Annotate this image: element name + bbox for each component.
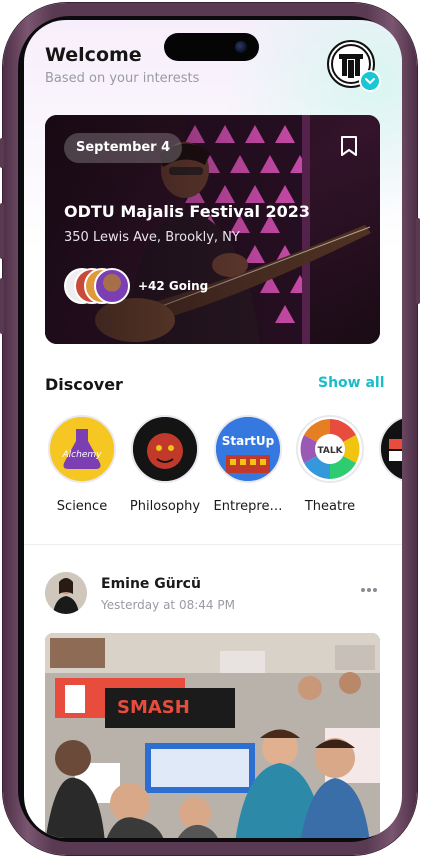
section-divider (24, 544, 402, 545)
volume-down-button (0, 278, 4, 334)
joe-rogan-experience-logo-icon (131, 415, 199, 483)
alchemy-logo-icon: Alchemy (48, 415, 116, 483)
svg-text:StartUp: StartUp (222, 434, 275, 448)
category-label: Philosophy (129, 499, 201, 514)
category-science[interactable]: Alchemy Science (42, 415, 122, 514)
show-all-link[interactable]: Show all (318, 375, 385, 391)
silent-switch (0, 138, 4, 168)
discover-heading: Discover (45, 375, 123, 394)
category-label: Theatre (304, 499, 356, 514)
volume-up-button (0, 203, 4, 259)
page-title: Welcome (45, 44, 142, 66)
category-label: Th (373, 499, 402, 514)
event-title: ODTU Majalis Festival 2023 (64, 202, 311, 221)
attendee-avatar-4 (94, 268, 130, 304)
svg-text:SMASH: SMASH (117, 697, 190, 718)
startup-logo-icon: StartUp (214, 415, 282, 483)
chevron-down-icon[interactable] (359, 70, 381, 92)
profile-avatar[interactable] (327, 40, 381, 92)
category-theatre[interactable]: TALK Theatre (290, 415, 370, 514)
dynamic-island (164, 33, 259, 61)
post-timestamp: Yesterday at 08:44 PM (101, 598, 235, 612)
more-options-icon[interactable] (360, 586, 378, 594)
svg-text:TALK: TALK (317, 446, 343, 456)
bookmark-icon[interactable] (340, 135, 358, 157)
event-address: 350 Lewis Ave, Brookly, NY (64, 230, 240, 245)
category-label: Science (56, 499, 108, 514)
camera-icon (235, 41, 247, 53)
creative-talk-logo-icon: TALK (296, 415, 364, 483)
crowd-photo: SMASH (45, 633, 380, 838)
post-author-avatar[interactable] (45, 572, 87, 614)
power-button (416, 218, 420, 304)
odtu-cast-logo-icon (379, 415, 402, 483)
page-subtitle: Based on your interests (45, 71, 200, 86)
category-partial[interactable]: Th (373, 415, 402, 514)
attendee-avatars[interactable] (64, 268, 144, 308)
svg-text:Alchemy: Alchemy (62, 450, 103, 460)
category-philosophy[interactable]: Philosophy (125, 415, 205, 514)
post-image[interactable]: SMASH (45, 633, 380, 838)
post-author-name[interactable]: Emine Gürcü (101, 576, 201, 592)
app-screen: Welcome Based on your interests Septembe… (24, 20, 402, 838)
category-label: Entrepre… (213, 499, 283, 514)
category-entrepreneurship[interactable]: StartUp Entrepre… (208, 415, 288, 514)
featured-event-card[interactable]: September 4 ODTU Majalis Festival 2023 3… (45, 115, 380, 344)
going-count: +42 Going (138, 279, 209, 293)
event-date-badge: September 4 (64, 133, 183, 163)
